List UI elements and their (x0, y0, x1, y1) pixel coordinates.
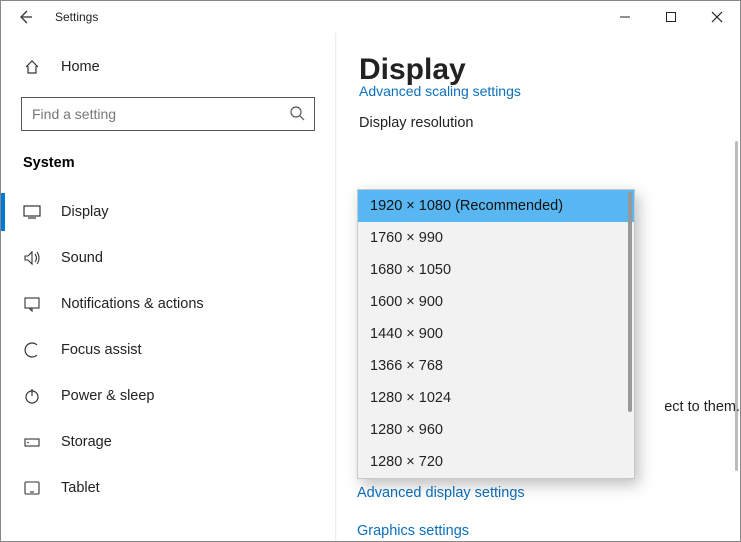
partial-text: ect to them. (664, 399, 740, 415)
minimize-icon (619, 11, 631, 23)
dropdown-option[interactable]: 1440 × 900 (358, 318, 634, 350)
nav-list: Display Sound Notifications & actions Fo… (1, 189, 335, 511)
section-heading: System (1, 149, 335, 189)
dropdown-option[interactable]: 1280 × 1024 (358, 382, 634, 414)
notifications-icon (23, 296, 47, 312)
link-graphics-settings[interactable]: Graphics settings (357, 523, 525, 539)
sidebar-item-sound[interactable]: Sound (1, 235, 335, 281)
dropdown-option[interactable]: 1760 × 990 (358, 222, 634, 254)
display-icon (23, 205, 47, 219)
window-title: Settings (49, 10, 98, 24)
tablet-icon (23, 480, 47, 496)
sidebar-item-display[interactable]: Display (1, 189, 335, 235)
titlebar: Settings (1, 1, 740, 33)
back-button[interactable] (1, 9, 49, 25)
dropdown-option[interactable]: 1600 × 900 (358, 286, 634, 318)
sidebar-item-label: Power & sleep (61, 388, 155, 404)
maximize-icon (665, 11, 677, 23)
storage-icon (23, 435, 47, 449)
maximize-button[interactable] (648, 1, 694, 33)
dropdown-scrollbar[interactable] (628, 192, 632, 412)
sidebar-item-notifications[interactable]: Notifications & actions (1, 281, 335, 327)
resolution-dropdown[interactable]: 1920 × 1080 (Recommended) 1760 × 990 168… (357, 189, 635, 479)
arrow-left-icon (17, 9, 33, 25)
main-scrollbar[interactable] (735, 141, 738, 471)
dropdown-option[interactable]: 1280 × 720 (358, 446, 634, 478)
close-button[interactable] (694, 1, 740, 33)
home-label: Home (61, 59, 100, 75)
power-icon (23, 387, 47, 405)
search-input[interactable] (21, 97, 315, 131)
resolution-label: Display resolution (359, 115, 722, 131)
sidebar-item-label: Notifications & actions (61, 296, 204, 312)
settings-window: Settings Home System (0, 0, 741, 542)
sidebar: Home System Display Sound (1, 33, 335, 541)
sidebar-item-label: Focus assist (61, 342, 142, 358)
page-title: Display (359, 53, 722, 87)
content-area: Home System Display Sound (1, 33, 740, 541)
focus-assist-icon (23, 341, 47, 359)
sidebar-item-label: Storage (61, 434, 112, 450)
link-advanced-display[interactable]: Advanced display settings (357, 485, 525, 501)
home-button[interactable]: Home (1, 47, 335, 87)
dropdown-option[interactable]: 1366 × 768 (358, 350, 634, 382)
dropdown-option[interactable]: 1680 × 1050 (358, 254, 634, 286)
minimize-button[interactable] (602, 1, 648, 33)
sidebar-item-power-sleep[interactable]: Power & sleep (1, 373, 335, 419)
sidebar-item-storage[interactable]: Storage (1, 419, 335, 465)
home-icon (23, 58, 47, 76)
dropdown-option[interactable]: 1920 × 1080 (Recommended) (358, 190, 634, 222)
sidebar-item-label: Tablet (61, 480, 100, 496)
sidebar-item-focus-assist[interactable]: Focus assist (1, 327, 335, 373)
sidebar-item-label: Sound (61, 250, 103, 266)
sidebar-item-tablet[interactable]: Tablet (1, 465, 335, 511)
search-wrapper (21, 97, 315, 131)
dropdown-option[interactable]: 1280 × 960 (358, 414, 634, 446)
partial-link-scaling[interactable]: Advanced scaling settings (359, 83, 722, 99)
sound-icon (23, 250, 47, 266)
sidebar-item-label: Display (61, 204, 109, 220)
close-icon (711, 11, 723, 23)
links-block: Advanced display settings Graphics setti… (357, 485, 525, 541)
